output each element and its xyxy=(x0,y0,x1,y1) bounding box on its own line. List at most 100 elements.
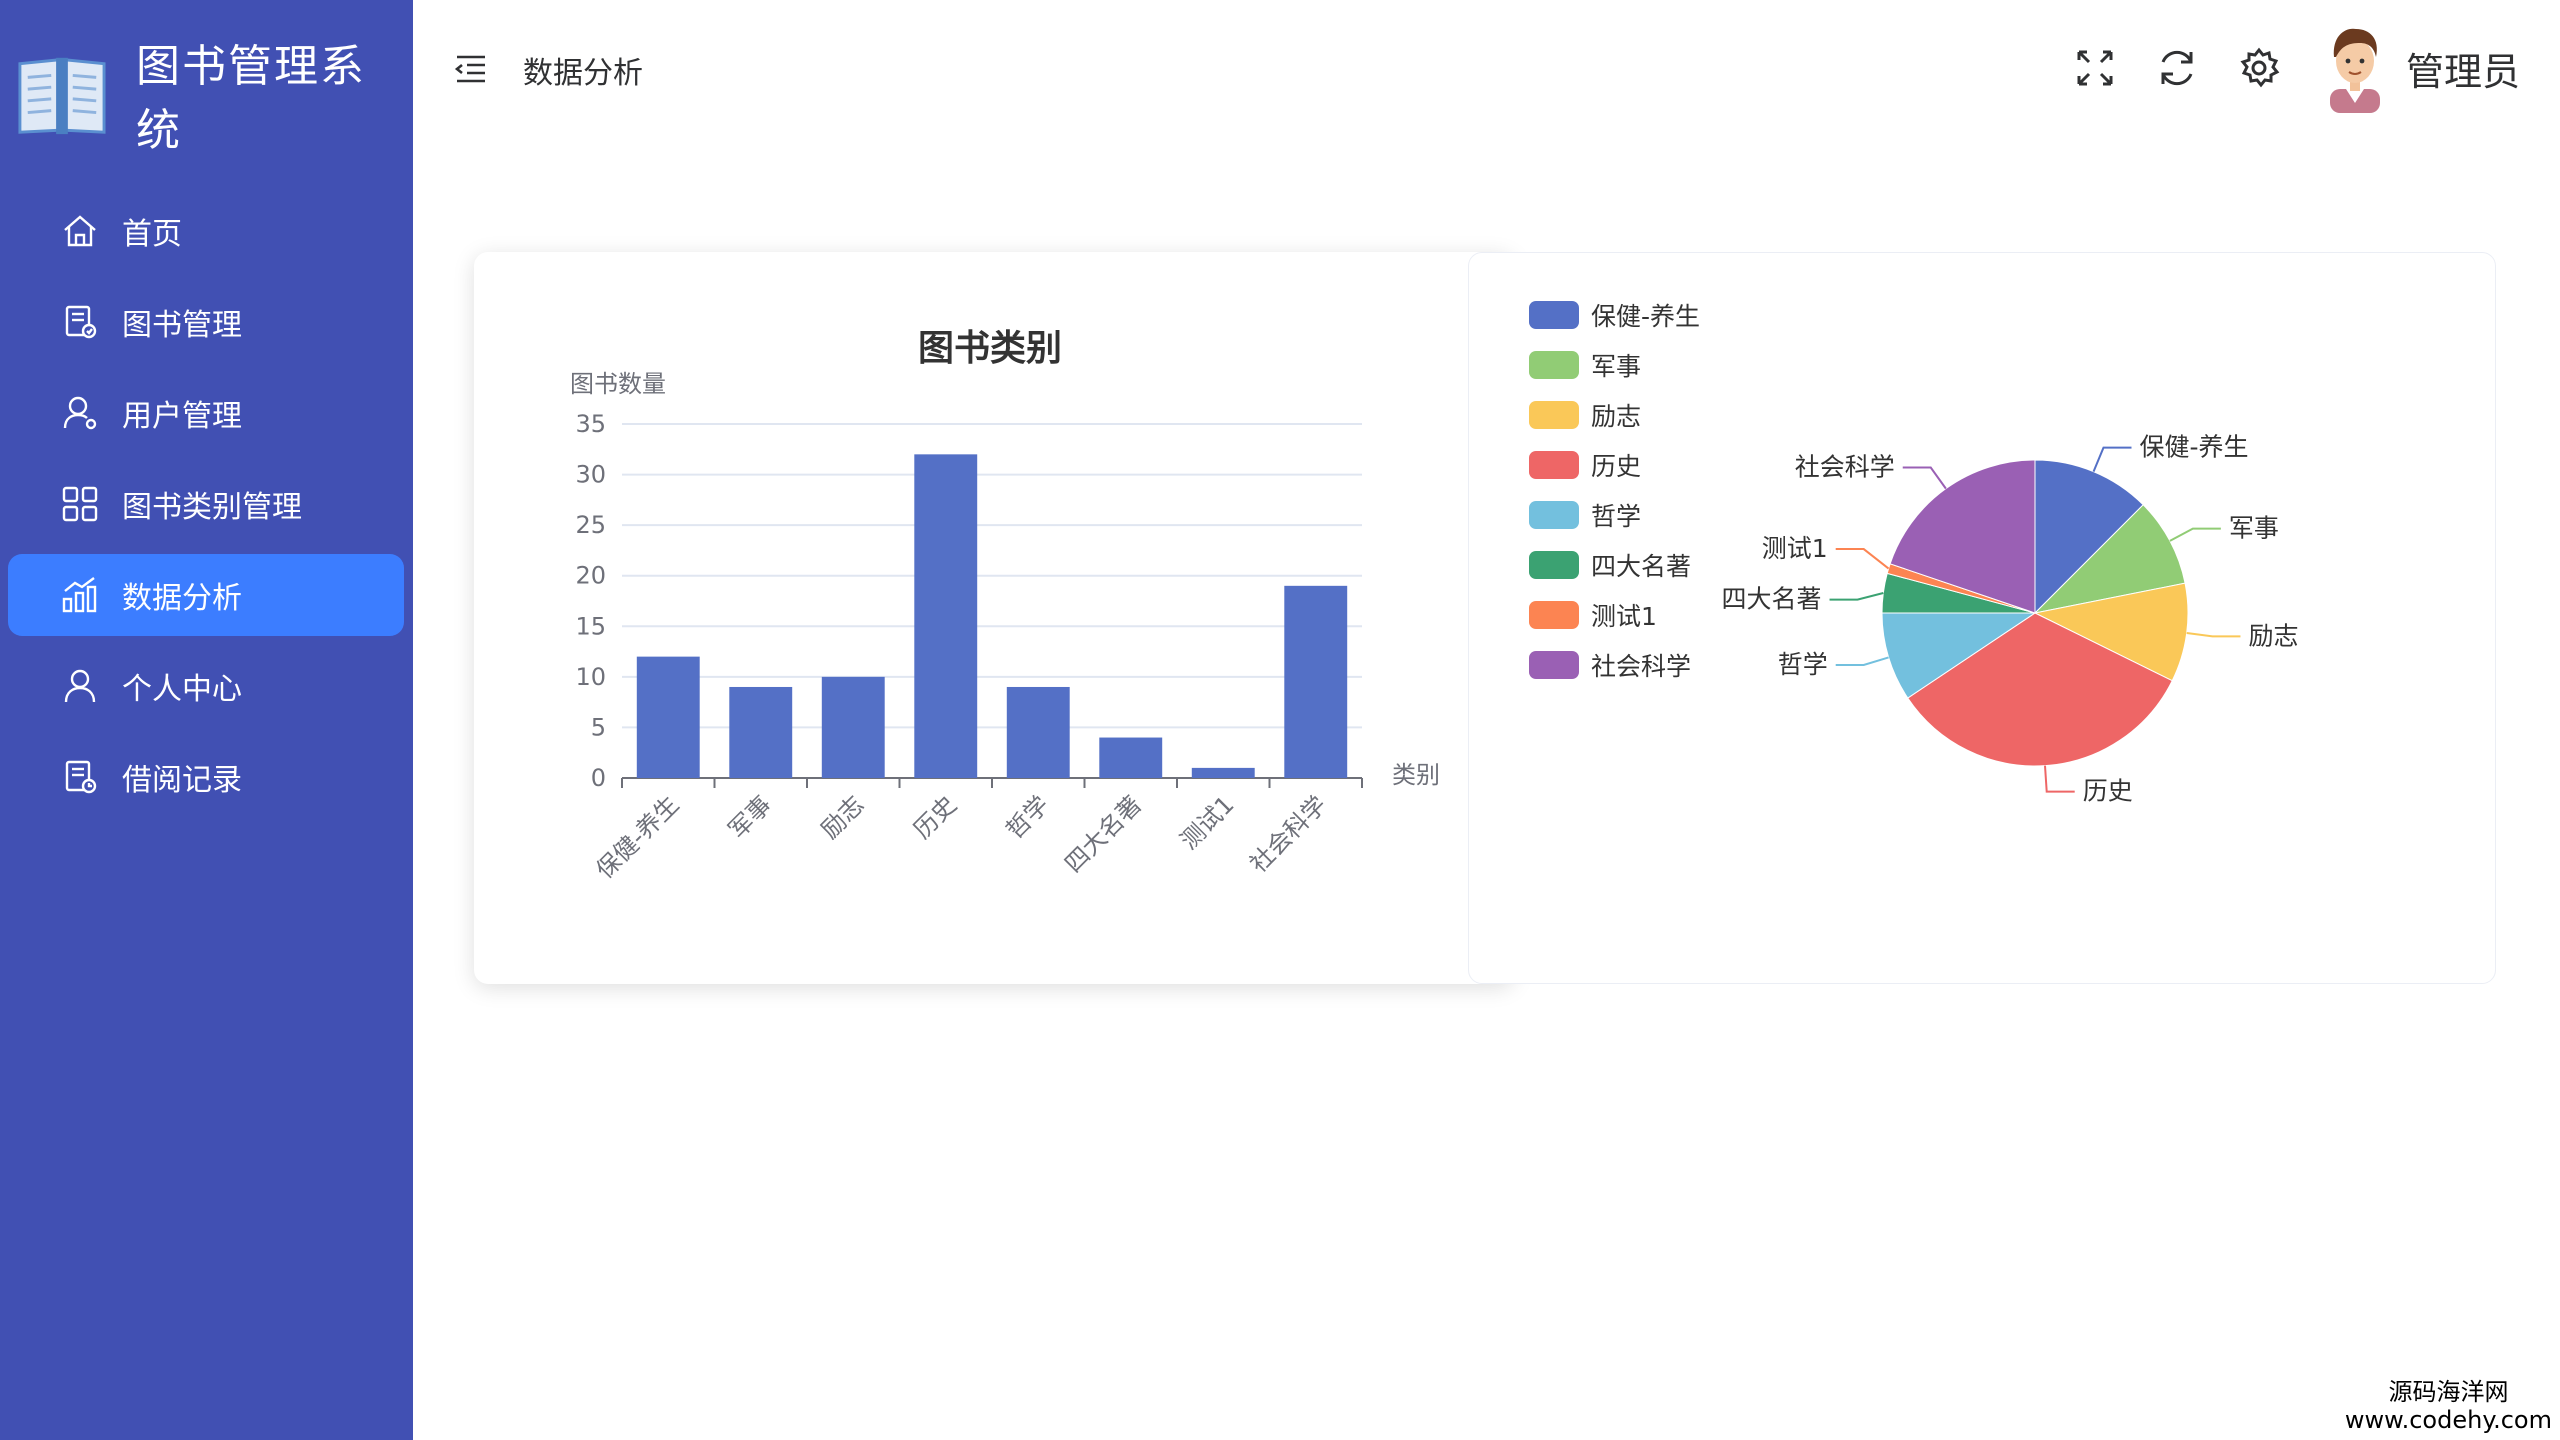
pie-label-line xyxy=(2169,527,2221,542)
legend-swatch[interactable] xyxy=(1529,501,1579,529)
header-tools: 管理员 xyxy=(2070,18,2560,118)
chart-icon xyxy=(58,573,102,617)
sidebar-item-label: 图书类别管理 xyxy=(122,490,302,525)
sidebar-item-label: 图书管理 xyxy=(122,308,242,343)
home-icon xyxy=(58,209,102,253)
book-manage-icon xyxy=(58,300,102,344)
top-header: 数据分析 管理员 xyxy=(413,0,2560,130)
sidebar-item-borrow-record[interactable]: 借阅记录 xyxy=(8,736,404,818)
refresh-icon xyxy=(2161,50,2193,86)
refresh-button[interactable] xyxy=(2152,43,2202,93)
x-tick-label: 社会科学 xyxy=(1244,790,1332,878)
y-axis-label: 图书数量 xyxy=(570,370,666,398)
legend-swatch[interactable] xyxy=(1529,301,1579,329)
sidebar-item-category-manage[interactable]: 图书类别管理 xyxy=(8,463,404,545)
legend-swatch[interactable] xyxy=(1529,401,1579,429)
y-tick-label: 30 xyxy=(575,461,606,489)
bar-军事[interactable] xyxy=(729,686,793,778)
pie-label-line xyxy=(1902,466,1947,490)
legend-swatch[interactable] xyxy=(1529,451,1579,479)
pie-label: 军事 xyxy=(2229,514,2279,543)
watermark-line1: 源码海洋网 xyxy=(2388,1378,2509,1406)
person-icon xyxy=(58,664,102,708)
legend-label[interactable]: 哲学 xyxy=(1591,502,1641,531)
pie-label: 励志 xyxy=(2248,621,2298,650)
y-tick-label: 25 xyxy=(575,511,606,539)
sidebar-item-data-analysis[interactable]: 数据分析 xyxy=(8,554,404,636)
bar-励志[interactable] xyxy=(821,676,885,778)
bar-测试1[interactable] xyxy=(1191,767,1255,778)
record-icon xyxy=(58,755,102,799)
x-tick-label: 测试1 xyxy=(1175,790,1240,855)
category-grid-icon xyxy=(58,482,102,526)
pie-label-line xyxy=(1829,592,1884,601)
pie-label: 四大名著 xyxy=(1722,585,1822,614)
y-tick-label: 0 xyxy=(591,764,606,792)
pie-label-line xyxy=(2092,446,2132,473)
sidebar-item-label: 用户管理 xyxy=(122,399,242,434)
pie-label-line xyxy=(2186,631,2241,638)
legend-swatch[interactable] xyxy=(1529,551,1579,579)
user-manage-icon xyxy=(58,391,102,435)
pie-label: 保健-养生 xyxy=(2140,433,2249,462)
gear-icon xyxy=(2240,47,2280,88)
legend-label[interactable]: 军事 xyxy=(1591,352,1641,381)
y-tick-label: 35 xyxy=(575,410,606,438)
legend-label[interactable]: 历史 xyxy=(1591,452,1641,481)
bar-历史[interactable] xyxy=(914,454,978,778)
x-tick-label: 历史 xyxy=(908,790,962,844)
legend-label[interactable]: 励志 xyxy=(1591,402,1641,431)
brand: 图书管理系统 xyxy=(16,41,406,156)
sidebar-item-label: 首页 xyxy=(122,217,182,252)
pie-chart-card: 保健-养生 军事 励志 历史 哲学 四大名著 测试1 社会科学 保健-养生 军事 励志 历史 哲学 四大… xyxy=(1468,252,2496,984)
bar-社会科学[interactable] xyxy=(1284,585,1348,778)
sidebar-item-label: 数据分析 xyxy=(122,581,242,616)
x-tick-label: 保健-养生 xyxy=(591,790,685,884)
pie-label-line xyxy=(2044,765,2075,793)
bar-chart: 图书类别 图书数量 类别 0 5 10 15 20 25 30 35 保健-养生 军事 励志 历史哲… xyxy=(570,328,1440,884)
bar-四大名著[interactable] xyxy=(1099,737,1163,778)
pie-chart: 保健-养生军事励志历史哲学四大名著测试1社会科学 保健-养生军事励志历史哲学四大… xyxy=(1529,301,2298,806)
x-tick-label: 哲学 xyxy=(1001,790,1055,844)
x-tick-label: 四大名著 xyxy=(1059,790,1147,878)
menu-collapse-icon[interactable] xyxy=(453,50,489,86)
legend-swatch[interactable] xyxy=(1529,351,1579,379)
pie-label: 测试1 xyxy=(1762,534,1828,563)
sidebar: 图书管理系统 首页 图书管理 用户管理 图书类别管理 数据分析 个人中心 借阅记… xyxy=(0,0,413,1440)
x-tick-label: 军事 xyxy=(723,790,777,844)
pie-label: 历史 xyxy=(2083,777,2133,806)
sidebar-item-home[interactable]: 首页 xyxy=(8,190,404,272)
legend-label[interactable]: 四大名著 xyxy=(1591,552,1691,581)
watermark: 源码海洋网 www.codehy.com xyxy=(2345,1378,2552,1434)
fullscreen-icon xyxy=(2077,50,2113,86)
sidebar-item-personal-center[interactable]: 个人中心 xyxy=(8,645,404,727)
legend-label[interactable]: 测试1 xyxy=(1591,602,1657,631)
chart-title: 图书类别 xyxy=(918,328,1062,369)
sidebar-item-label: 借阅记录 xyxy=(122,763,242,798)
sidebar-item-book-manage[interactable]: 图书管理 xyxy=(8,281,404,363)
username: 管理员 xyxy=(2405,49,2520,94)
pie-label: 社会科学 xyxy=(1795,453,1895,482)
x-tick-label: 励志 xyxy=(816,790,870,844)
legend-swatch[interactable] xyxy=(1529,651,1579,679)
bar-哲学[interactable] xyxy=(1006,686,1070,778)
y-tick-label: 15 xyxy=(575,612,606,640)
sidebar-item-label: 个人中心 xyxy=(122,672,242,707)
breadcrumb: 数据分析 xyxy=(523,56,643,91)
settings-button[interactable] xyxy=(2234,43,2284,93)
legend-label[interactable]: 保健-养生 xyxy=(1591,302,1700,331)
legend-label[interactable]: 社会科学 xyxy=(1591,652,1691,681)
watermark-line2: www.codehy.com xyxy=(2344,1406,2552,1434)
legend-swatch[interactable] xyxy=(1529,601,1579,629)
sidebar-item-user-manage[interactable]: 用户管理 xyxy=(8,372,404,454)
sidebar-menu: 首页 图书管理 用户管理 图书类别管理 数据分析 个人中心 借阅记录 xyxy=(8,190,404,827)
avatar[interactable] xyxy=(2320,23,2390,113)
y-tick-label: 10 xyxy=(575,663,606,691)
fullscreen-button[interactable] xyxy=(2070,43,2120,93)
pie-label-line xyxy=(1835,548,1890,570)
x-axis-label: 类别 xyxy=(1392,761,1440,789)
pie-label: 哲学 xyxy=(1778,650,1828,679)
pie-label-line xyxy=(1835,656,1889,666)
y-tick-label: 20 xyxy=(575,562,606,590)
bar-保健-养生[interactable] xyxy=(636,656,700,778)
